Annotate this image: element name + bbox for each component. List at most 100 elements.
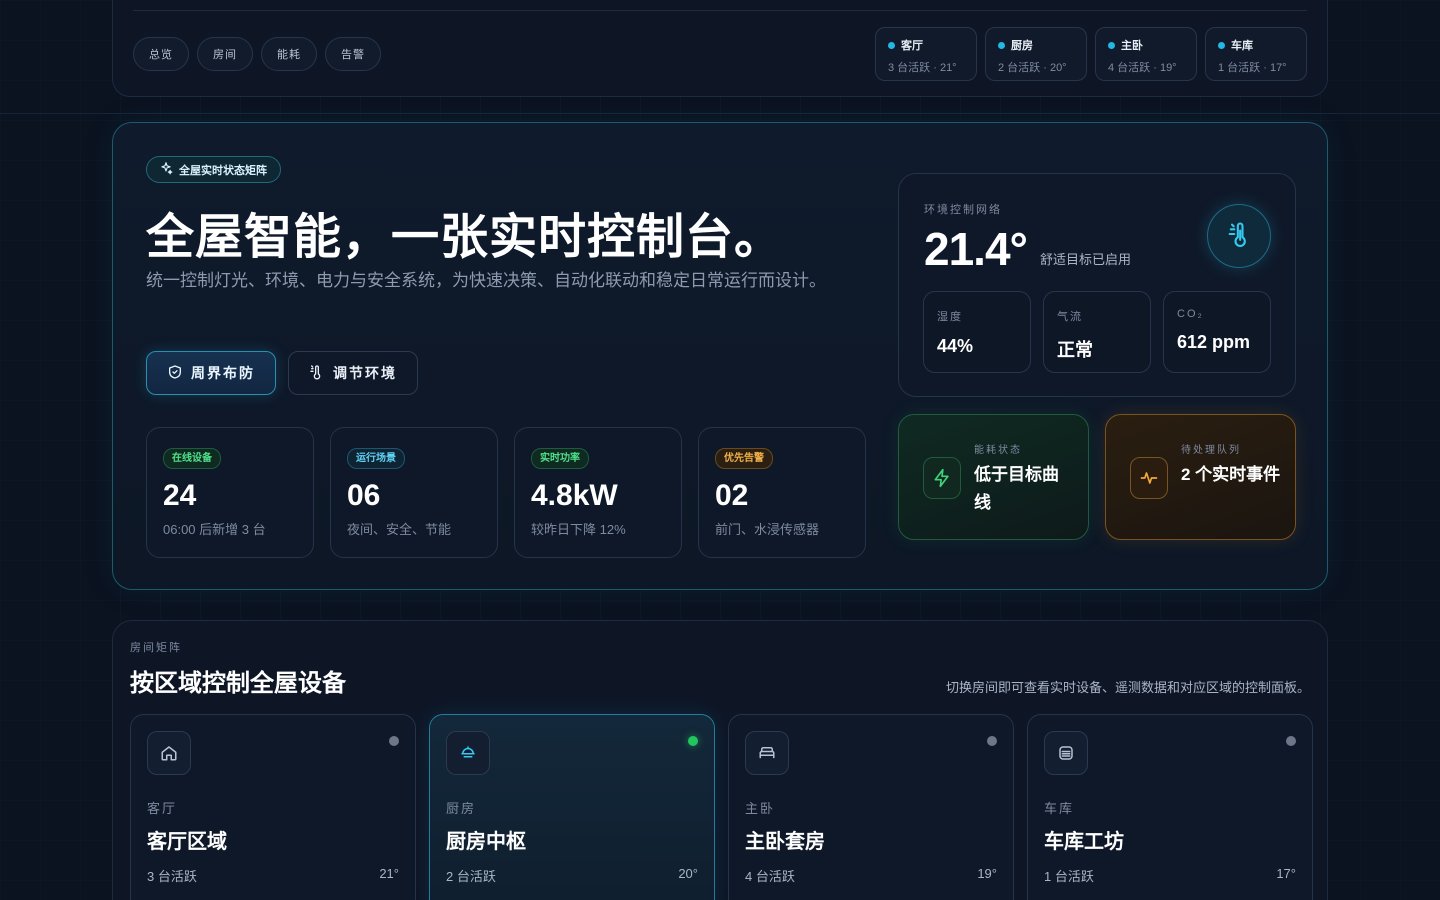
garage-icon (1044, 731, 1088, 775)
room-status-dot (688, 736, 698, 746)
energy-status-text: 低于目标曲线 (974, 465, 1059, 512)
room-chip-kitchen[interactable]: 厨房 2 台活跃 · 20° (985, 27, 1087, 81)
room-chip-garage[interactable]: 车库 1 台活跃 · 17° (1205, 27, 1307, 81)
environment-metrics: 湿度 44% 气流 正常 CO₂ 612 ppm (923, 291, 1271, 373)
page-title: 全屋智能，一张实时控制台。 (146, 211, 784, 264)
room-name: 主卧套房 (745, 831, 825, 853)
badge-label: 全屋实时状态矩阵 (179, 164, 267, 177)
room-temperature: 20° (678, 866, 698, 881)
stat-tag: 实时功率 (531, 448, 589, 469)
lightning-icon (923, 457, 961, 499)
room-name: 厨房中枢 (446, 831, 526, 853)
metric-value: 612 ppm (1177, 332, 1251, 352)
stat-value: 02 (715, 479, 749, 512)
thermometer-icon (309, 364, 325, 383)
metric-value: 正常 (1057, 340, 1093, 360)
energy-status-card[interactable]: 能耗状态 低于目标曲线 (898, 414, 1089, 540)
cooking-pot-icon (446, 731, 490, 775)
stat-card-scenes: 运行场景 06 夜间、安全、节能 (330, 427, 498, 558)
room-chip-bedroom[interactable]: 主卧 4 台活跃 · 19° (1095, 27, 1197, 81)
section-divider (0, 113, 1440, 114)
room-chip-status: 1 台活跃 · 17° (1218, 62, 1287, 74)
sparkle-icon (159, 161, 173, 178)
stat-subtext: 夜间、安全、节能 (347, 522, 452, 537)
room-status-dot (1286, 736, 1296, 746)
room-temperature: 19° (977, 866, 997, 881)
stat-card-power: 实时功率 4.8kW 较昨日下降 12% (514, 427, 682, 558)
stats-row: 在线设备 24 06:00 后新增 3 台 运行场景 06 夜间、安全、节能 实… (146, 427, 866, 558)
queue-status-card[interactable]: 待处理队列 2 个实时事件 (1105, 414, 1296, 540)
room-card-living[interactable]: 客厅 客厅区域 3 台活跃 21° (130, 714, 416, 900)
stat-tag: 运行场景 (347, 448, 405, 469)
tab-rooms[interactable]: 房间 (197, 37, 253, 71)
metric-label: CO₂ (1177, 308, 1204, 320)
environment-label: 环境控制网络 (924, 204, 1002, 216)
stat-value: 06 (347, 479, 381, 512)
environment-card: 环境控制网络 21.4° 舒适目标已启用 湿度 44% 气流 正常 CO₂ 61… (898, 173, 1296, 397)
stat-value: 4.8kW (531, 479, 618, 512)
room-tag: 车库 (1044, 801, 1075, 816)
metric-label: 气流 (1057, 311, 1083, 323)
adjust-environment-button[interactable]: 调节环境 (288, 351, 418, 395)
stat-value: 24 (163, 479, 197, 512)
stat-subtext: 较昨日下降 12% (531, 522, 626, 537)
page-description: 统一控制灯光、环境、电力与安全系统，为快速决策、自动化联动和稳定日常运行而设计。 (146, 271, 826, 290)
metric-co2: CO₂ 612 ppm (1163, 291, 1271, 373)
tab-overview[interactable]: 总览 (133, 37, 189, 71)
rooms-label: 房间矩阵 (130, 642, 182, 654)
room-chip-name: 主卧 (1121, 40, 1143, 52)
room-status-dot (987, 736, 997, 746)
room-card-garage[interactable]: 车库 车库工坊 1 台活跃 17° (1027, 714, 1313, 900)
room-chip-living[interactable]: 客厅 3 台活跃 · 21° (875, 27, 977, 81)
metric-airflow: 气流 正常 (1043, 291, 1151, 373)
rooms-description: 切换房间即可查看实时设备、遥测数据和对应区域的控制面板。 (945, 680, 1310, 695)
hero-panel: 全屋实时状态矩阵 全屋智能，一张实时控制台。 统一控制灯光、环境、电力与安全系统… (112, 122, 1328, 590)
metric-label: 湿度 (937, 311, 963, 323)
metric-humidity: 湿度 44% (923, 291, 1031, 373)
arm-perimeter-button[interactable]: 周界布防 (146, 351, 276, 395)
room-chip-name: 车库 (1231, 40, 1253, 52)
rooms-title: 按区域控制全屋设备 (130, 670, 346, 697)
room-active-count: 1 台活跃 (1044, 869, 1094, 884)
room-tag: 主卧 (745, 801, 776, 816)
bed-icon (745, 731, 789, 775)
tab-alerts[interactable]: 告警 (325, 37, 381, 71)
status-dot (888, 41, 895, 49)
energy-status-label: 能耗状态 (974, 445, 1022, 456)
stat-card-online-devices: 在线设备 24 06:00 后新增 3 台 (146, 427, 314, 558)
room-status-dot (389, 736, 399, 746)
stat-tag: 优先告警 (715, 448, 773, 469)
room-tag: 厨房 (446, 801, 477, 816)
shield-icon (167, 364, 183, 383)
stat-tag: 在线设备 (163, 448, 221, 469)
room-name: 车库工坊 (1044, 831, 1124, 853)
queue-status-label: 待处理队列 (1181, 445, 1241, 456)
home-icon (147, 731, 191, 775)
room-card-bedroom[interactable]: 主卧 主卧套房 4 台活跃 19° (728, 714, 1014, 900)
metric-value: 44% (937, 336, 974, 356)
room-chip-status: 2 台活跃 · 20° (998, 62, 1067, 74)
nav-tabs: 总览 房间 能耗 告警 (133, 37, 381, 71)
queue-status-text: 2 个实时事件 (1181, 465, 1281, 484)
nav-divider (133, 10, 1307, 11)
status-matrix-badge: 全屋实时状态矩阵 (146, 156, 281, 183)
room-card-kitchen[interactable]: 厨房 厨房中枢 2 台活跃 20° (429, 714, 715, 900)
status-dot (1218, 41, 1225, 49)
status-dot (998, 41, 1005, 49)
room-active-count: 3 台活跃 (147, 869, 197, 884)
room-name: 客厅区域 (147, 831, 227, 853)
temperature-note: 舒适目标已启用 (1040, 252, 1132, 267)
adjust-environment-label: 调节环境 (333, 365, 397, 381)
stat-subtext: 06:00 后新增 3 台 (163, 522, 266, 537)
room-chips: 客厅 3 台活跃 · 21° 厨房 2 台活跃 · 20° 主卧 4 台活跃 ·… (875, 27, 1307, 81)
tab-energy[interactable]: 能耗 (261, 37, 317, 71)
room-chip-status: 3 台活跃 · 21° (888, 62, 957, 74)
climate-control-button[interactable] (1207, 204, 1271, 268)
room-chip-name: 厨房 (1011, 40, 1033, 52)
top-nav-card: 总览 房间 能耗 告警 客厅 3 台活跃 · 21° 厨房 2 台活跃 · 20… (112, 0, 1328, 97)
stat-subtext: 前门、水浸传感器 (715, 522, 820, 537)
thermometer-icon (1225, 220, 1253, 253)
room-temperature: 21° (379, 866, 399, 881)
status-dot (1108, 41, 1115, 49)
arm-perimeter-label: 周界布防 (191, 365, 255, 381)
